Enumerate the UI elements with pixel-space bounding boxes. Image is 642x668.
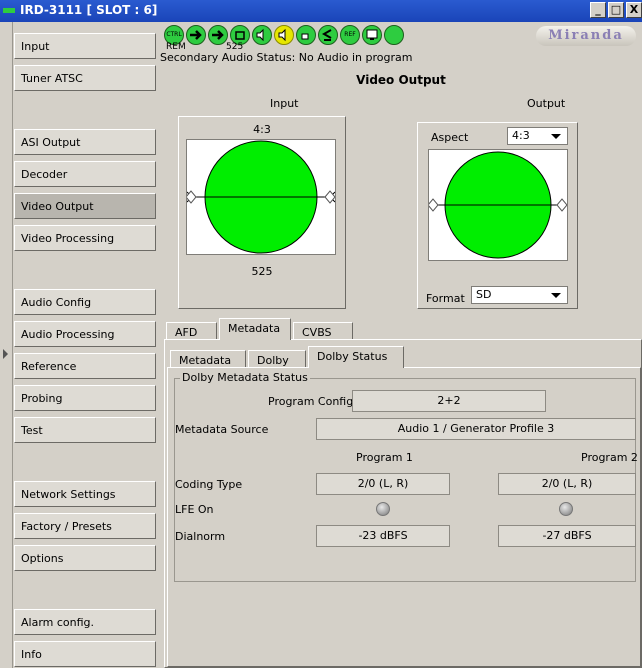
- less-equal-icon[interactable]: [318, 25, 338, 45]
- sidebar-item-options[interactable]: Options: [14, 545, 156, 571]
- app-window: IRD-3111 [ SLOT : 6] _ □ X Input Tuner ATS…: [0, 0, 642, 668]
- dolby-status-pane: Dolby Metadata Status Program Config 2+2…: [167, 367, 641, 667]
- sidebar-item-decoder[interactable]: Decoder: [14, 161, 156, 187]
- audio-warning-icon[interactable]: [274, 25, 294, 45]
- format-dropdown[interactable]: SD: [471, 286, 568, 304]
- aspect-value: 4:3: [512, 129, 530, 142]
- window-controls: _ □ X: [588, 2, 642, 18]
- sidebar-item-audio-config[interactable]: Audio Config: [14, 289, 156, 315]
- sidebar-item-input[interactable]: Input: [14, 33, 156, 59]
- program-2-label: Program 2: [581, 451, 638, 464]
- program-config-label: Program Config: [268, 395, 354, 408]
- metadata-source-label: Metadata Source: [175, 423, 269, 436]
- subtab-dolby-status[interactable]: Dolby Status: [308, 346, 404, 368]
- output-column-label: Output: [527, 97, 566, 110]
- sidebar-item-alarm-config[interactable]: Alarm config.: [14, 609, 156, 635]
- maximize-button[interactable]: □: [608, 2, 624, 18]
- sidebar-item-test[interactable]: Test: [14, 417, 156, 443]
- miranda-logo: Miranda: [536, 26, 636, 46]
- output-aspect-diagram: [427, 151, 568, 259]
- dialnorm-p2-value: -27 dBFS: [498, 525, 636, 547]
- format-label: Format: [426, 292, 465, 305]
- metadata-source-value: Audio 1 / Generator Profile 3: [316, 418, 636, 440]
- arrow-right-icon[interactable]: [208, 25, 228, 45]
- sidebar-item-factory-presets[interactable]: Factory / Presets: [14, 513, 156, 539]
- input-preview-screen: [185, 139, 336, 255]
- secondary-audio-status: Secondary Audio Status: No Audio in prog…: [160, 51, 413, 64]
- tab-metadata[interactable]: Metadata: [219, 318, 291, 340]
- sidebar-item-asi-output[interactable]: ASI Output: [14, 129, 156, 155]
- collapse-strip[interactable]: [0, 22, 13, 668]
- lfe-p2-indicator: [559, 502, 573, 516]
- ref-icon[interactable]: REF: [340, 25, 360, 45]
- coding-type-label: Coding Type: [175, 478, 243, 491]
- arrow-right-icon[interactable]: [186, 25, 206, 45]
- coding-type-p1-value: 2/0 (L, R): [316, 473, 450, 495]
- window-title: IRD-3111 [ SLOT : 6]: [20, 3, 158, 17]
- chevron-down-icon: [551, 293, 561, 298]
- sidebar-item-audio-processing[interactable]: Audio Processing: [14, 321, 156, 347]
- aspect-label: Aspect: [431, 131, 469, 144]
- audio-icon[interactable]: [252, 25, 272, 45]
- status-ok-icon[interactable]: [384, 25, 404, 45]
- lfe-p1-indicator: [376, 502, 390, 516]
- dialnorm-p1-value: -23 dBFS: [316, 525, 450, 547]
- input-column-label: Input: [270, 97, 299, 110]
- input-lines-label: 525: [251, 265, 273, 278]
- sidebar-item-network-settings[interactable]: Network Settings: [14, 481, 156, 507]
- output-preview-panel: Aspect 4:3 Format SD: [417, 122, 578, 309]
- sidebar-item-probing[interactable]: Probing: [14, 385, 156, 411]
- output-preview-screen: [427, 149, 568, 261]
- input-aspect-diagram: [185, 140, 336, 254]
- close-button[interactable]: X: [626, 2, 642, 18]
- group-title: Dolby Metadata Status: [180, 371, 310, 384]
- coding-type-p2-value: 2/0 (L, R): [498, 473, 636, 495]
- sidebar-item-info[interactable]: Info: [14, 641, 156, 667]
- app-icon: [3, 8, 15, 13]
- lfe-on-label: LFE On: [175, 503, 214, 516]
- chevron-down-icon: [551, 134, 561, 139]
- dialnorm-label: Dialnorm: [175, 530, 226, 543]
- section-title: Video Output: [356, 73, 446, 87]
- monitor-icon[interactable]: [362, 25, 382, 45]
- minimize-button[interactable]: _: [590, 2, 606, 18]
- sidebar-item-reference[interactable]: Reference: [14, 353, 156, 379]
- audio-lock-icon[interactable]: [296, 25, 316, 45]
- input-preview-panel: 4:3 525: [178, 116, 346, 309]
- format-value: SD: [476, 288, 492, 301]
- metadata-tab-pane: Metadata Dolby Dolby Status Dolby Metada…: [164, 339, 642, 668]
- program-1-label: Program 1: [356, 451, 413, 464]
- program-config-value: 2+2: [352, 390, 546, 412]
- sidebar-item-tuner-atsc[interactable]: Tuner ATSC: [14, 65, 156, 91]
- main-panel: CTRL REF REM 525 Miranda Secondary Audio…: [160, 22, 642, 668]
- title-bar: IRD-3111 [ SLOT : 6] _ □ X: [0, 0, 642, 22]
- sidebar-item-video-output[interactable]: Video Output: [14, 193, 156, 219]
- input-aspect-label: 4:3: [253, 123, 271, 136]
- sidebar-item-video-processing[interactable]: Video Processing: [14, 225, 156, 251]
- expand-arrow-icon[interactable]: [3, 349, 8, 359]
- status-icon-bar: CTRL REF REM 525 Miranda: [160, 22, 642, 52]
- aspect-dropdown[interactable]: 4:3: [507, 127, 568, 145]
